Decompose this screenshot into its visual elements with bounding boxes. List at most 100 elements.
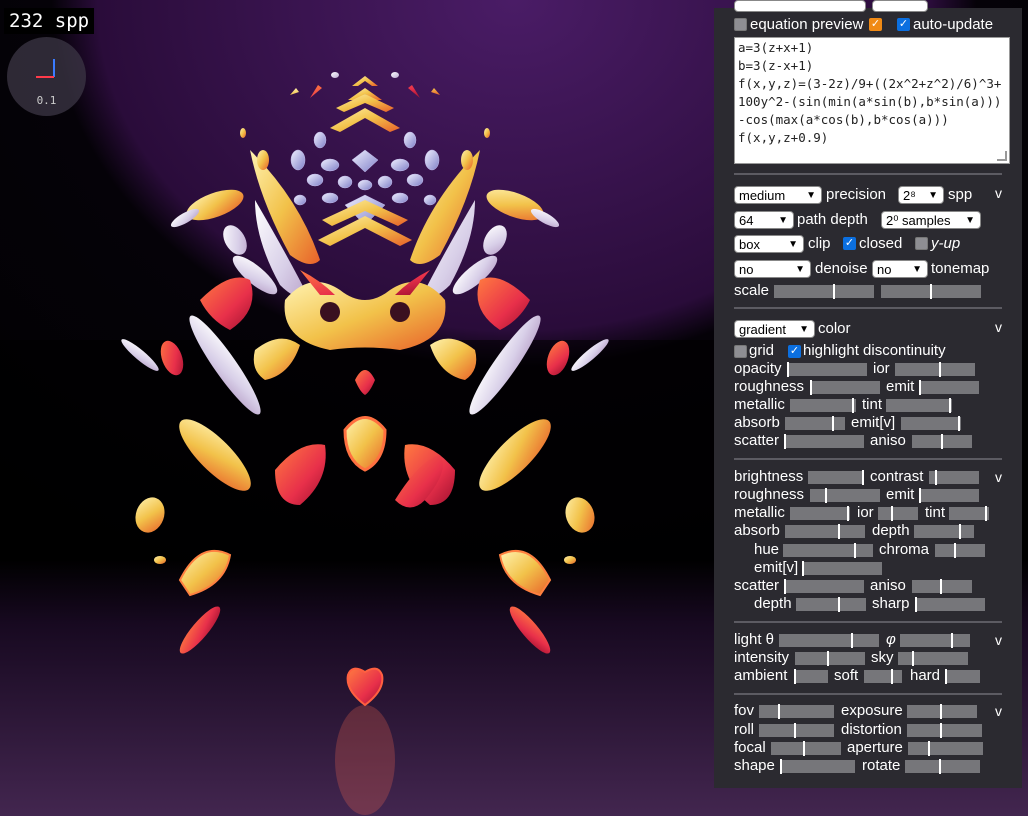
emit-grade-slider[interactable] bbox=[919, 488, 979, 503]
auto-update-checkbox[interactable]: ✓ bbox=[897, 18, 910, 31]
emit-v-grade-slider[interactable] bbox=[802, 561, 882, 576]
render-section-toggle[interactable]: v bbox=[995, 185, 1002, 201]
slider-thumb[interactable] bbox=[891, 506, 893, 521]
precision-select[interactable]: medium ▼ bbox=[734, 186, 822, 204]
slider-thumb[interactable] bbox=[852, 398, 854, 413]
clip-select[interactable]: box ▼ bbox=[734, 235, 804, 253]
exposure-slider[interactable] bbox=[907, 704, 977, 719]
slider-thumb[interactable] bbox=[915, 597, 917, 612]
slider-thumb[interactable] bbox=[787, 362, 789, 377]
slider-thumb[interactable] bbox=[919, 380, 921, 395]
slider-thumb[interactable] bbox=[784, 434, 786, 449]
depth-grade-slider-2[interactable] bbox=[796, 597, 866, 612]
slider-thumb[interactable] bbox=[919, 488, 921, 503]
opacity-slider[interactable] bbox=[787, 362, 867, 377]
equation-preview-checkbox[interactable] bbox=[734, 18, 747, 31]
roughness-slider[interactable] bbox=[810, 380, 880, 395]
emit-slider[interactable] bbox=[919, 380, 979, 395]
slider-thumb[interactable] bbox=[949, 398, 951, 413]
slider-thumb[interactable] bbox=[928, 741, 930, 756]
aniso-slider[interactable] bbox=[912, 434, 972, 449]
slider-thumb[interactable] bbox=[838, 597, 840, 612]
ior-slider[interactable] bbox=[895, 362, 975, 377]
color-mode-select[interactable]: gradient ▼ bbox=[734, 320, 815, 338]
top-hidden-select-2[interactable] bbox=[872, 0, 928, 12]
slider-thumb[interactable] bbox=[930, 284, 932, 299]
aniso-grade-slider[interactable] bbox=[912, 579, 972, 594]
samples-select[interactable]: 2⁰ samples ▼ bbox=[881, 211, 981, 229]
tonemap-select[interactable]: no ▼ bbox=[872, 260, 928, 278]
ior-grade-slider[interactable] bbox=[878, 506, 918, 521]
slider-thumb[interactable] bbox=[784, 579, 786, 594]
roughness-grade-slider[interactable] bbox=[810, 488, 880, 503]
sky-slider[interactable] bbox=[898, 651, 968, 666]
emit-v-slider[interactable] bbox=[901, 416, 961, 431]
scatter-grade-slider[interactable] bbox=[784, 579, 864, 594]
slider-thumb[interactable] bbox=[832, 416, 834, 431]
slider-thumb[interactable] bbox=[854, 543, 856, 558]
slider-thumb[interactable] bbox=[802, 561, 804, 576]
slider-thumb[interactable] bbox=[958, 416, 960, 431]
slider-thumb[interactable] bbox=[778, 704, 780, 719]
top-hidden-select[interactable] bbox=[734, 0, 866, 12]
slider-thumb[interactable] bbox=[912, 651, 914, 666]
denoise-select[interactable]: no ▼ bbox=[734, 260, 811, 278]
scatter-slider[interactable] bbox=[784, 434, 864, 449]
hard-slider[interactable] bbox=[945, 669, 980, 684]
slider-thumb[interactable] bbox=[941, 434, 943, 449]
metallic-slider[interactable] bbox=[790, 398, 856, 413]
aperture-slider[interactable] bbox=[908, 741, 983, 756]
distortion-slider[interactable] bbox=[907, 723, 982, 738]
slider-thumb[interactable] bbox=[827, 651, 829, 666]
slider-thumb[interactable] bbox=[940, 704, 942, 719]
scale-slider-2[interactable] bbox=[881, 284, 981, 299]
slider-thumb[interactable] bbox=[891, 669, 893, 684]
equation-editor[interactable]: a=3(z+x+1) b=3(z-x+1) f(x,y,z)=(3-2z)/9+… bbox=[734, 37, 1010, 164]
axis-gizmo[interactable]: 0.1 bbox=[7, 37, 86, 116]
sharp-slider[interactable] bbox=[915, 597, 985, 612]
grid-checkbox[interactable] bbox=[734, 345, 747, 358]
spp-select[interactable]: 2⁸ ▼ bbox=[898, 186, 944, 204]
slider-thumb[interactable] bbox=[794, 723, 796, 738]
hue-slider[interactable] bbox=[783, 543, 873, 558]
lighting-section-toggle[interactable]: v bbox=[995, 632, 1002, 648]
shape-slider[interactable] bbox=[780, 759, 855, 774]
slider-thumb[interactable] bbox=[847, 506, 849, 521]
slider-thumb[interactable] bbox=[939, 759, 941, 774]
material-section-toggle[interactable]: v bbox=[995, 319, 1002, 335]
slider-thumb[interactable] bbox=[833, 284, 835, 299]
ambient-slider[interactable] bbox=[794, 669, 828, 684]
contrast-slider[interactable] bbox=[929, 470, 979, 485]
slider-thumb[interactable] bbox=[780, 759, 782, 774]
slider-thumb[interactable] bbox=[940, 723, 942, 738]
slider-thumb[interactable] bbox=[794, 669, 796, 684]
scale-slider[interactable] bbox=[774, 284, 874, 299]
highlight-discontinuity-checkbox[interactable]: ✓ bbox=[788, 345, 801, 358]
fov-slider[interactable] bbox=[759, 704, 834, 719]
y-up-checkbox[interactable] bbox=[915, 237, 928, 250]
focal-slider[interactable] bbox=[771, 741, 841, 756]
preview-color-toggle[interactable]: ✓ bbox=[869, 18, 882, 31]
slider-thumb[interactable] bbox=[851, 633, 853, 648]
slider-thumb[interactable] bbox=[862, 470, 864, 485]
slider-thumb[interactable] bbox=[825, 488, 827, 503]
slider-thumb[interactable] bbox=[945, 669, 947, 684]
slider-thumb[interactable] bbox=[939, 362, 941, 377]
intensity-slider[interactable] bbox=[795, 651, 865, 666]
path-depth-select[interactable]: 64 ▼ bbox=[734, 211, 794, 229]
camera-section-toggle[interactable]: v bbox=[995, 703, 1002, 719]
tint-grade-slider[interactable] bbox=[949, 506, 989, 521]
phi-slider[interactable] bbox=[900, 633, 970, 648]
slider-thumb[interactable] bbox=[803, 741, 805, 756]
absorb-grade-slider[interactable] bbox=[785, 524, 865, 539]
roll-slider[interactable] bbox=[759, 723, 834, 738]
soft-slider[interactable] bbox=[864, 669, 902, 684]
slider-thumb[interactable] bbox=[985, 506, 987, 521]
tint-slider[interactable] bbox=[886, 398, 952, 413]
slider-thumb[interactable] bbox=[935, 470, 937, 485]
rotate-slider[interactable] bbox=[905, 759, 980, 774]
resize-handle-icon[interactable] bbox=[997, 151, 1007, 161]
closed-checkbox[interactable]: ✓ bbox=[843, 237, 856, 250]
slider-thumb[interactable] bbox=[954, 543, 956, 558]
depth-grade-slider[interactable] bbox=[914, 524, 974, 539]
